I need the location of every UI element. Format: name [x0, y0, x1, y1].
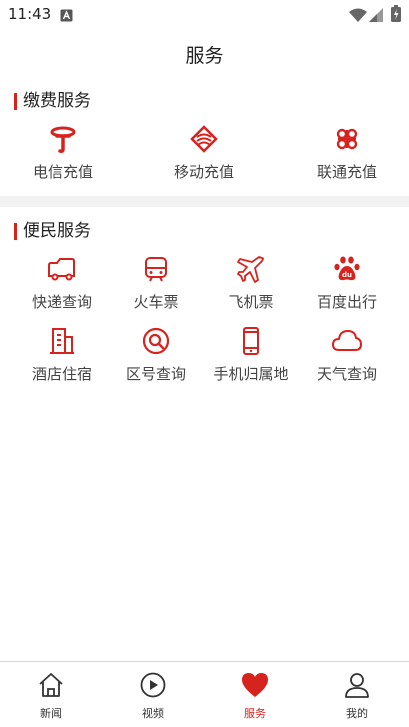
service-label: 百度出行	[316, 293, 377, 311]
service-train-ticket[interactable]: 火车票	[105, 254, 207, 312]
train-icon	[105, 254, 207, 284]
tab-label: 服务	[244, 707, 266, 720]
service-phone-location[interactable]: 手机归属地	[200, 326, 302, 384]
service-mobile-recharge[interactable]: 移动充值	[153, 124, 255, 182]
section-title-payment: 缴费服务	[23, 91, 91, 111]
service-label: 火车票	[133, 293, 179, 311]
service-label: 电信充值	[32, 163, 93, 181]
service-flight-ticket[interactable]: 飞机票	[200, 254, 302, 312]
section-divider	[0, 196, 409, 207]
tab-profile[interactable]: 我的	[306, 662, 408, 727]
delivery-truck-icon	[11, 254, 113, 284]
cellular-signal-icon	[369, 7, 383, 26]
service-label: 飞机票	[228, 293, 274, 311]
notification-icon	[60, 7, 73, 22]
china-mobile-icon	[153, 124, 255, 154]
airplane-icon	[200, 254, 302, 284]
service-baidu-travel[interactable]: du 百度出行	[296, 254, 398, 312]
user-icon	[306, 671, 408, 701]
tab-services[interactable]: 服务	[204, 662, 306, 727]
baidu-paw-icon: du	[296, 254, 398, 284]
heart-icon	[204, 671, 306, 701]
service-area-code-query[interactable]: 区号查询	[105, 326, 207, 384]
hotel-building-icon	[11, 326, 113, 356]
section-title-convenience: 便民服务	[23, 221, 91, 241]
service-label: 移动充值	[173, 163, 234, 181]
service-label: 快递查询	[31, 293, 92, 311]
service-weather-query[interactable]: 天气查询	[296, 326, 398, 384]
battery-icon	[391, 5, 401, 26]
china-unicom-icon	[296, 124, 398, 154]
service-unicom-recharge[interactable]: 联通充值	[296, 124, 398, 182]
service-label: 天气查询	[316, 365, 377, 383]
wifi-icon	[349, 7, 367, 26]
play-icon	[102, 671, 204, 701]
service-hotel[interactable]: 酒店住宿	[11, 326, 113, 384]
section-accent-bar	[14, 93, 17, 110]
service-label: 区号查询	[125, 365, 186, 383]
mobile-phone-icon	[200, 326, 302, 356]
cloud-icon	[296, 326, 398, 356]
service-label: 手机归属地	[213, 365, 289, 383]
home-icon	[0, 671, 102, 701]
tab-label: 视频	[142, 707, 164, 720]
service-express-query[interactable]: 快递查询	[11, 254, 113, 312]
china-telecom-icon	[12, 124, 114, 154]
status-time: 11:43	[8, 5, 52, 23]
tab-label: 新闻	[40, 707, 62, 720]
search-icon	[105, 326, 207, 356]
bottom-tab-bar: 新闻 视频 服务 我的	[0, 661, 409, 727]
service-telecom-recharge[interactable]: 电信充值	[12, 124, 114, 182]
tab-label: 我的	[346, 707, 368, 720]
service-label: 酒店住宿	[31, 365, 92, 383]
status-bar: 11:43	[0, 0, 409, 28]
section-accent-bar	[14, 223, 17, 240]
tab-video[interactable]: 视频	[102, 662, 204, 727]
page-title: 服务	[185, 45, 224, 67]
title-bar: 服务	[0, 28, 409, 78]
tab-news[interactable]: 新闻	[0, 662, 102, 727]
svg-text:du: du	[342, 271, 352, 279]
service-label: 联通充值	[316, 163, 377, 181]
